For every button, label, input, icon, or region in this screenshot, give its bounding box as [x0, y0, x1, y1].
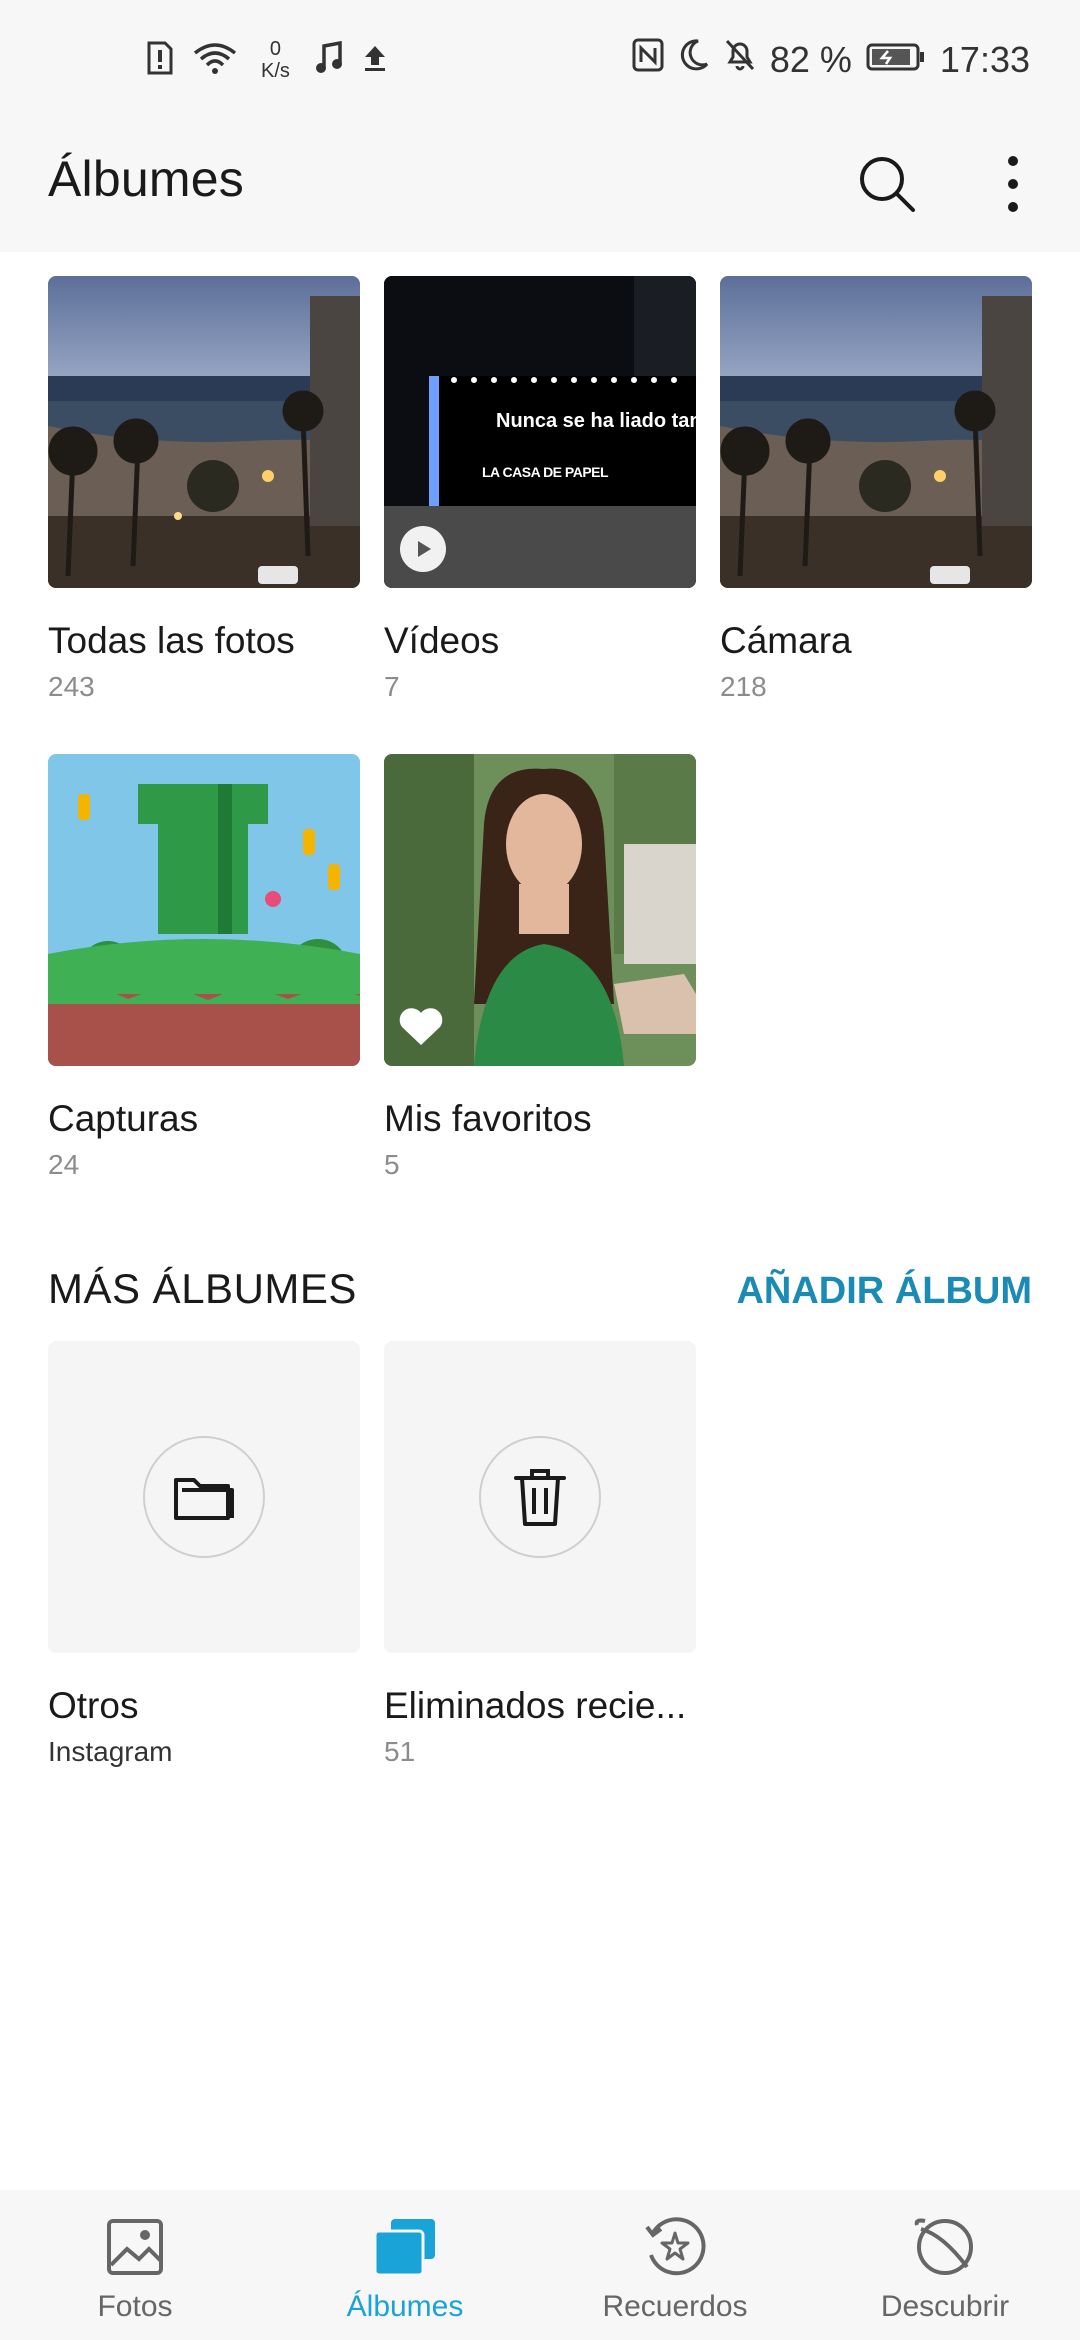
add-album-button[interactable]: AÑADIR ÁLBUM [736, 1270, 1032, 1313]
album-thumbnail [48, 754, 360, 1066]
music-icon [314, 40, 344, 80]
network-speed: 0 K/s [261, 38, 290, 82]
nav-label: Álbumes [346, 2290, 464, 2323]
album-name: Eliminados recie... [384, 1685, 687, 1726]
status-right-icons: 82 % 17:33 [632, 38, 1030, 81]
status-bar: 0 K/s 82 % 17:33 [0, 0, 1080, 130]
trash-icon [479, 1436, 601, 1558]
folder-icon [143, 1436, 265, 1558]
album-mis-favoritos[interactable]: Mis favoritos 5 [384, 754, 696, 1180]
nav-item-descubrir[interactable]: Descubrir [810, 2190, 1080, 2340]
heart-icon [398, 1007, 444, 1052]
photo-icon [100, 2212, 170, 2282]
upload-icon [362, 43, 388, 78]
album-count: 243 [48, 671, 95, 702]
search-icon [860, 157, 915, 212]
moon-icon [678, 38, 710, 81]
speed-unit: K/s [261, 60, 290, 82]
album-name: Todas las fotos [48, 620, 295, 661]
album-count: 24 [48, 1149, 80, 1180]
album-thumbnail [720, 276, 1032, 588]
album-name: Capturas [48, 1098, 199, 1139]
album-todas-las-fotos[interactable]: Todas las fotos 243 [48, 276, 360, 702]
album-videos[interactable]: Nunca se ha liado tan LA CASA DE PAPEL V… [384, 276, 696, 702]
bell-off-icon [724, 38, 756, 81]
section-title-more-albums: MÁS ÁLBUMES [48, 1265, 357, 1312]
album-subtitle: Instagram [48, 1736, 173, 1767]
album-name: Mis favoritos [384, 1098, 592, 1139]
album-capturas[interactable]: Capturas 24 [48, 754, 360, 1180]
album-count: 7 [384, 671, 400, 702]
album-count: 51 [384, 1736, 416, 1767]
bottom-navigation: Fotos Álbumes Recuerdos Descubrir [0, 2190, 1080, 2340]
search-button[interactable] [847, 144, 927, 224]
more-options-button[interactable] [973, 144, 1053, 224]
wifi-icon [193, 41, 237, 80]
album-thumbnail [384, 754, 696, 1066]
video-brand-text: LA CASA DE PAPEL [482, 464, 609, 480]
speed-value: 0 [269, 38, 282, 60]
nav-label: Recuerdos [602, 2290, 748, 2323]
more-vertical-icon [1008, 156, 1018, 212]
album-eliminados-recientemente[interactable]: Eliminados recie... 51 [384, 1341, 696, 1767]
album-count: 5 [384, 1149, 400, 1180]
nav-label: Descubrir [880, 2290, 1010, 2323]
album-otros[interactable]: Otros Instagram [48, 1341, 360, 1767]
clock: 17:33 [939, 38, 1030, 80]
battery-icon [866, 39, 926, 81]
album-name: Cámara [720, 620, 852, 661]
app-header: Álbumes [0, 130, 1080, 252]
discover-icon [910, 2212, 980, 2282]
nav-item-albumes[interactable]: Álbumes [270, 2190, 540, 2340]
play-icon [400, 526, 446, 572]
nav-item-recuerdos[interactable]: Recuerdos [540, 2190, 810, 2340]
album-name: Vídeos [384, 620, 500, 661]
album-tile [48, 1341, 360, 1653]
status-left-icons: 0 K/s [145, 38, 388, 82]
page-title: Álbumes [48, 151, 244, 207]
nav-label: Fotos [97, 2290, 173, 2323]
battery-percent: 82 % [769, 38, 852, 80]
album-name: Otros [48, 1685, 139, 1726]
sim-alert-icon [145, 41, 175, 80]
album-thumbnail [48, 276, 360, 588]
album-count: 218 [720, 671, 767, 702]
nfc-icon [632, 38, 664, 81]
nav-item-fotos[interactable]: Fotos [0, 2190, 270, 2340]
album-tile [384, 1341, 696, 1653]
video-billboard-text: Nunca se ha liado tan [496, 410, 696, 432]
album-thumbnail: Nunca se ha liado tan LA CASA DE PAPEL [384, 276, 696, 588]
albums-icon [370, 2212, 440, 2282]
memories-icon [640, 2212, 710, 2282]
album-camara[interactable]: Cámara 218 [720, 276, 1032, 702]
